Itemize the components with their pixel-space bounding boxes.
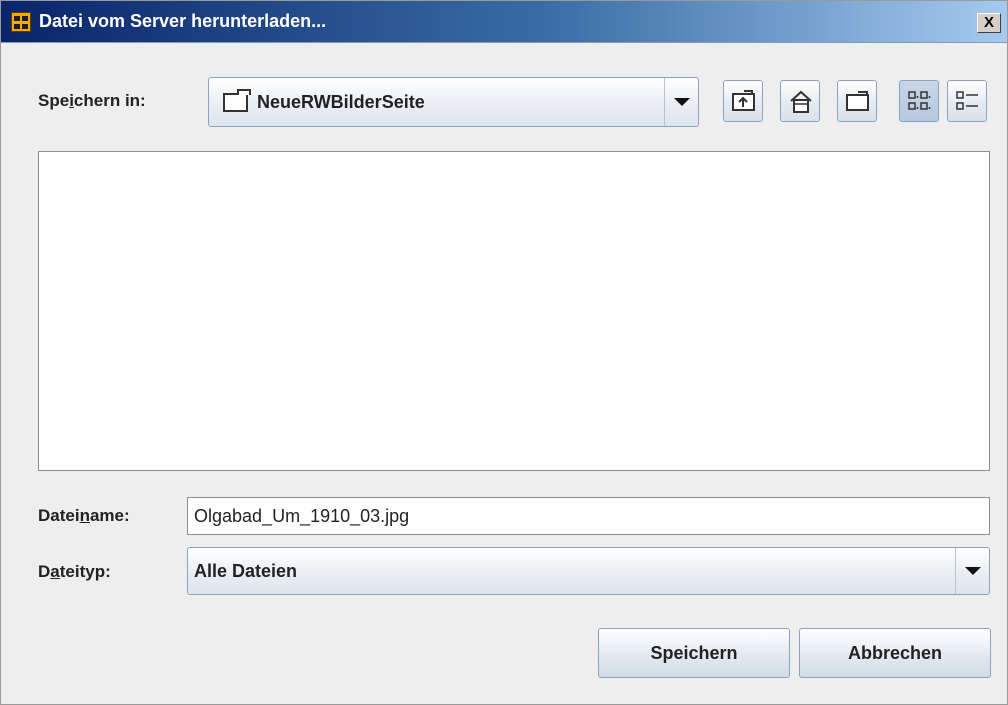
up-one-level-button[interactable] (723, 80, 763, 122)
filetype-value: Alle Dateien (194, 561, 298, 581)
chevron-down-icon[interactable] (664, 78, 698, 126)
cancel-button[interactable]: Abbrechen (799, 628, 991, 678)
new-folder-icon (846, 91, 869, 111)
look-in-value: NeueRWBilderSeite (257, 92, 425, 112)
filetype-dropdown[interactable]: Alle Dateien (187, 547, 990, 595)
folder-up-icon (732, 90, 755, 111)
details-view-icon (956, 91, 978, 110)
filetype-label: Dateityp: (38, 562, 111, 581)
title-bar[interactable]: Datei vom Server herunterladen... X (1, 1, 1007, 43)
folder-icon (223, 89, 251, 112)
window-title: Datei vom Server herunterladen... (39, 11, 327, 31)
save-button[interactable]: Speichern (598, 628, 790, 678)
new-folder-button[interactable] (837, 80, 877, 122)
home-icon (790, 90, 812, 113)
details-view-button[interactable] (947, 80, 987, 122)
file-list-pane[interactable] (38, 151, 990, 471)
filename-input[interactable] (187, 497, 990, 535)
close-button[interactable]: X (977, 13, 1001, 33)
chevron-down-icon[interactable] (955, 548, 989, 594)
close-icon: X (983, 14, 994, 31)
look-in-dropdown[interactable]: NeueRWBilderSeite (208, 77, 699, 127)
list-view-button[interactable] (899, 80, 939, 122)
look-in-label: Speichern in: (38, 91, 146, 110)
app-window-icon (11, 12, 31, 32)
list-view-icon (908, 91, 931, 110)
save-dialog-window: Datei vom Server herunterladen... X Spei… (0, 0, 1008, 705)
filename-label: Dateiname: (38, 506, 130, 525)
home-button[interactable] (780, 80, 820, 122)
